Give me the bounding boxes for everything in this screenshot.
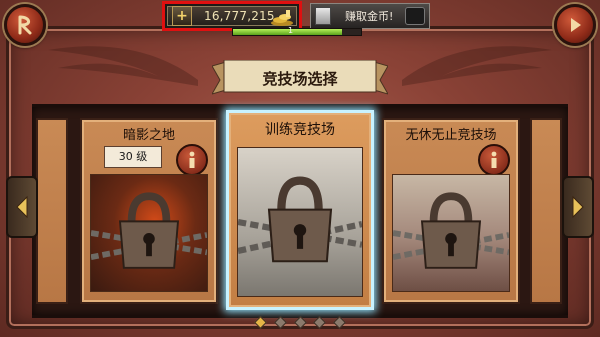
arena-card-shadowland[interactable]: 暗影之地 30 级 [80, 118, 218, 304]
arena-card-training[interactable]: 训练竞技场 [226, 110, 374, 310]
next-icon [571, 18, 581, 32]
back-button[interactable] [4, 4, 46, 46]
level-requirement: 30 级 [104, 146, 162, 168]
page-indicator [254, 315, 346, 329]
title-banner: 竞技场选择 [210, 59, 390, 98]
arena-info-button[interactable] [478, 144, 510, 176]
back-icon [18, 15, 32, 35]
padlock-icon [91, 192, 207, 269]
earn-coins-button[interactable]: 赚取金币! [310, 3, 430, 29]
coin-pile-icon [271, 10, 293, 26]
arena-scene-image [237, 147, 363, 297]
arena-card-title: 无休无止竞技场 [405, 128, 497, 143]
arena-card-endless[interactable]: 无休无止竞技场 [382, 118, 520, 304]
wallet-icon [405, 7, 425, 25]
padlock-icon [238, 176, 362, 263]
coin-amount: 16,777,215 [204, 9, 275, 23]
buy-coins-plus-icon[interactable]: + [172, 6, 192, 26]
page-dot[interactable] [254, 315, 267, 329]
earn-coins-icon [315, 7, 331, 25]
arena-card-title: 训练竞技场 [265, 122, 335, 138]
arrow-right-icon [572, 195, 584, 219]
arena-card-partial-right[interactable] [530, 118, 562, 304]
info-icon [189, 151, 195, 168]
earn-coins-label: 赚取金币! [345, 10, 394, 23]
arrow-left-icon [16, 195, 28, 219]
arena-card-partial-left[interactable] [36, 118, 68, 304]
coin-balance-panel: + 16,777,215 [167, 6, 297, 26]
carousel-next-button[interactable] [562, 176, 594, 238]
xp-progress-bar [232, 28, 362, 36]
page-dot[interactable] [333, 315, 346, 329]
page-dot[interactable] [273, 315, 287, 329]
xp-level-label: 1 [288, 26, 294, 35]
carousel-prev-button[interactable] [6, 176, 38, 238]
wing-ornament-right [402, 46, 552, 86]
page-title: 竞技场选择 [262, 70, 338, 88]
arena-card-title: 暗影之地 [122, 128, 175, 143]
page-dot[interactable] [293, 315, 307, 329]
arena-scene-image [90, 174, 208, 292]
coin-balance-highlight[interactable]: + 16,777,215 [162, 1, 302, 31]
next-button[interactable] [554, 4, 596, 46]
arena-scene-image [392, 174, 510, 292]
wing-ornament-left [48, 46, 198, 86]
padlock-icon [393, 192, 509, 269]
page-dot[interactable] [313, 315, 327, 329]
arena-info-button[interactable] [176, 144, 208, 176]
info-icon [491, 151, 497, 168]
